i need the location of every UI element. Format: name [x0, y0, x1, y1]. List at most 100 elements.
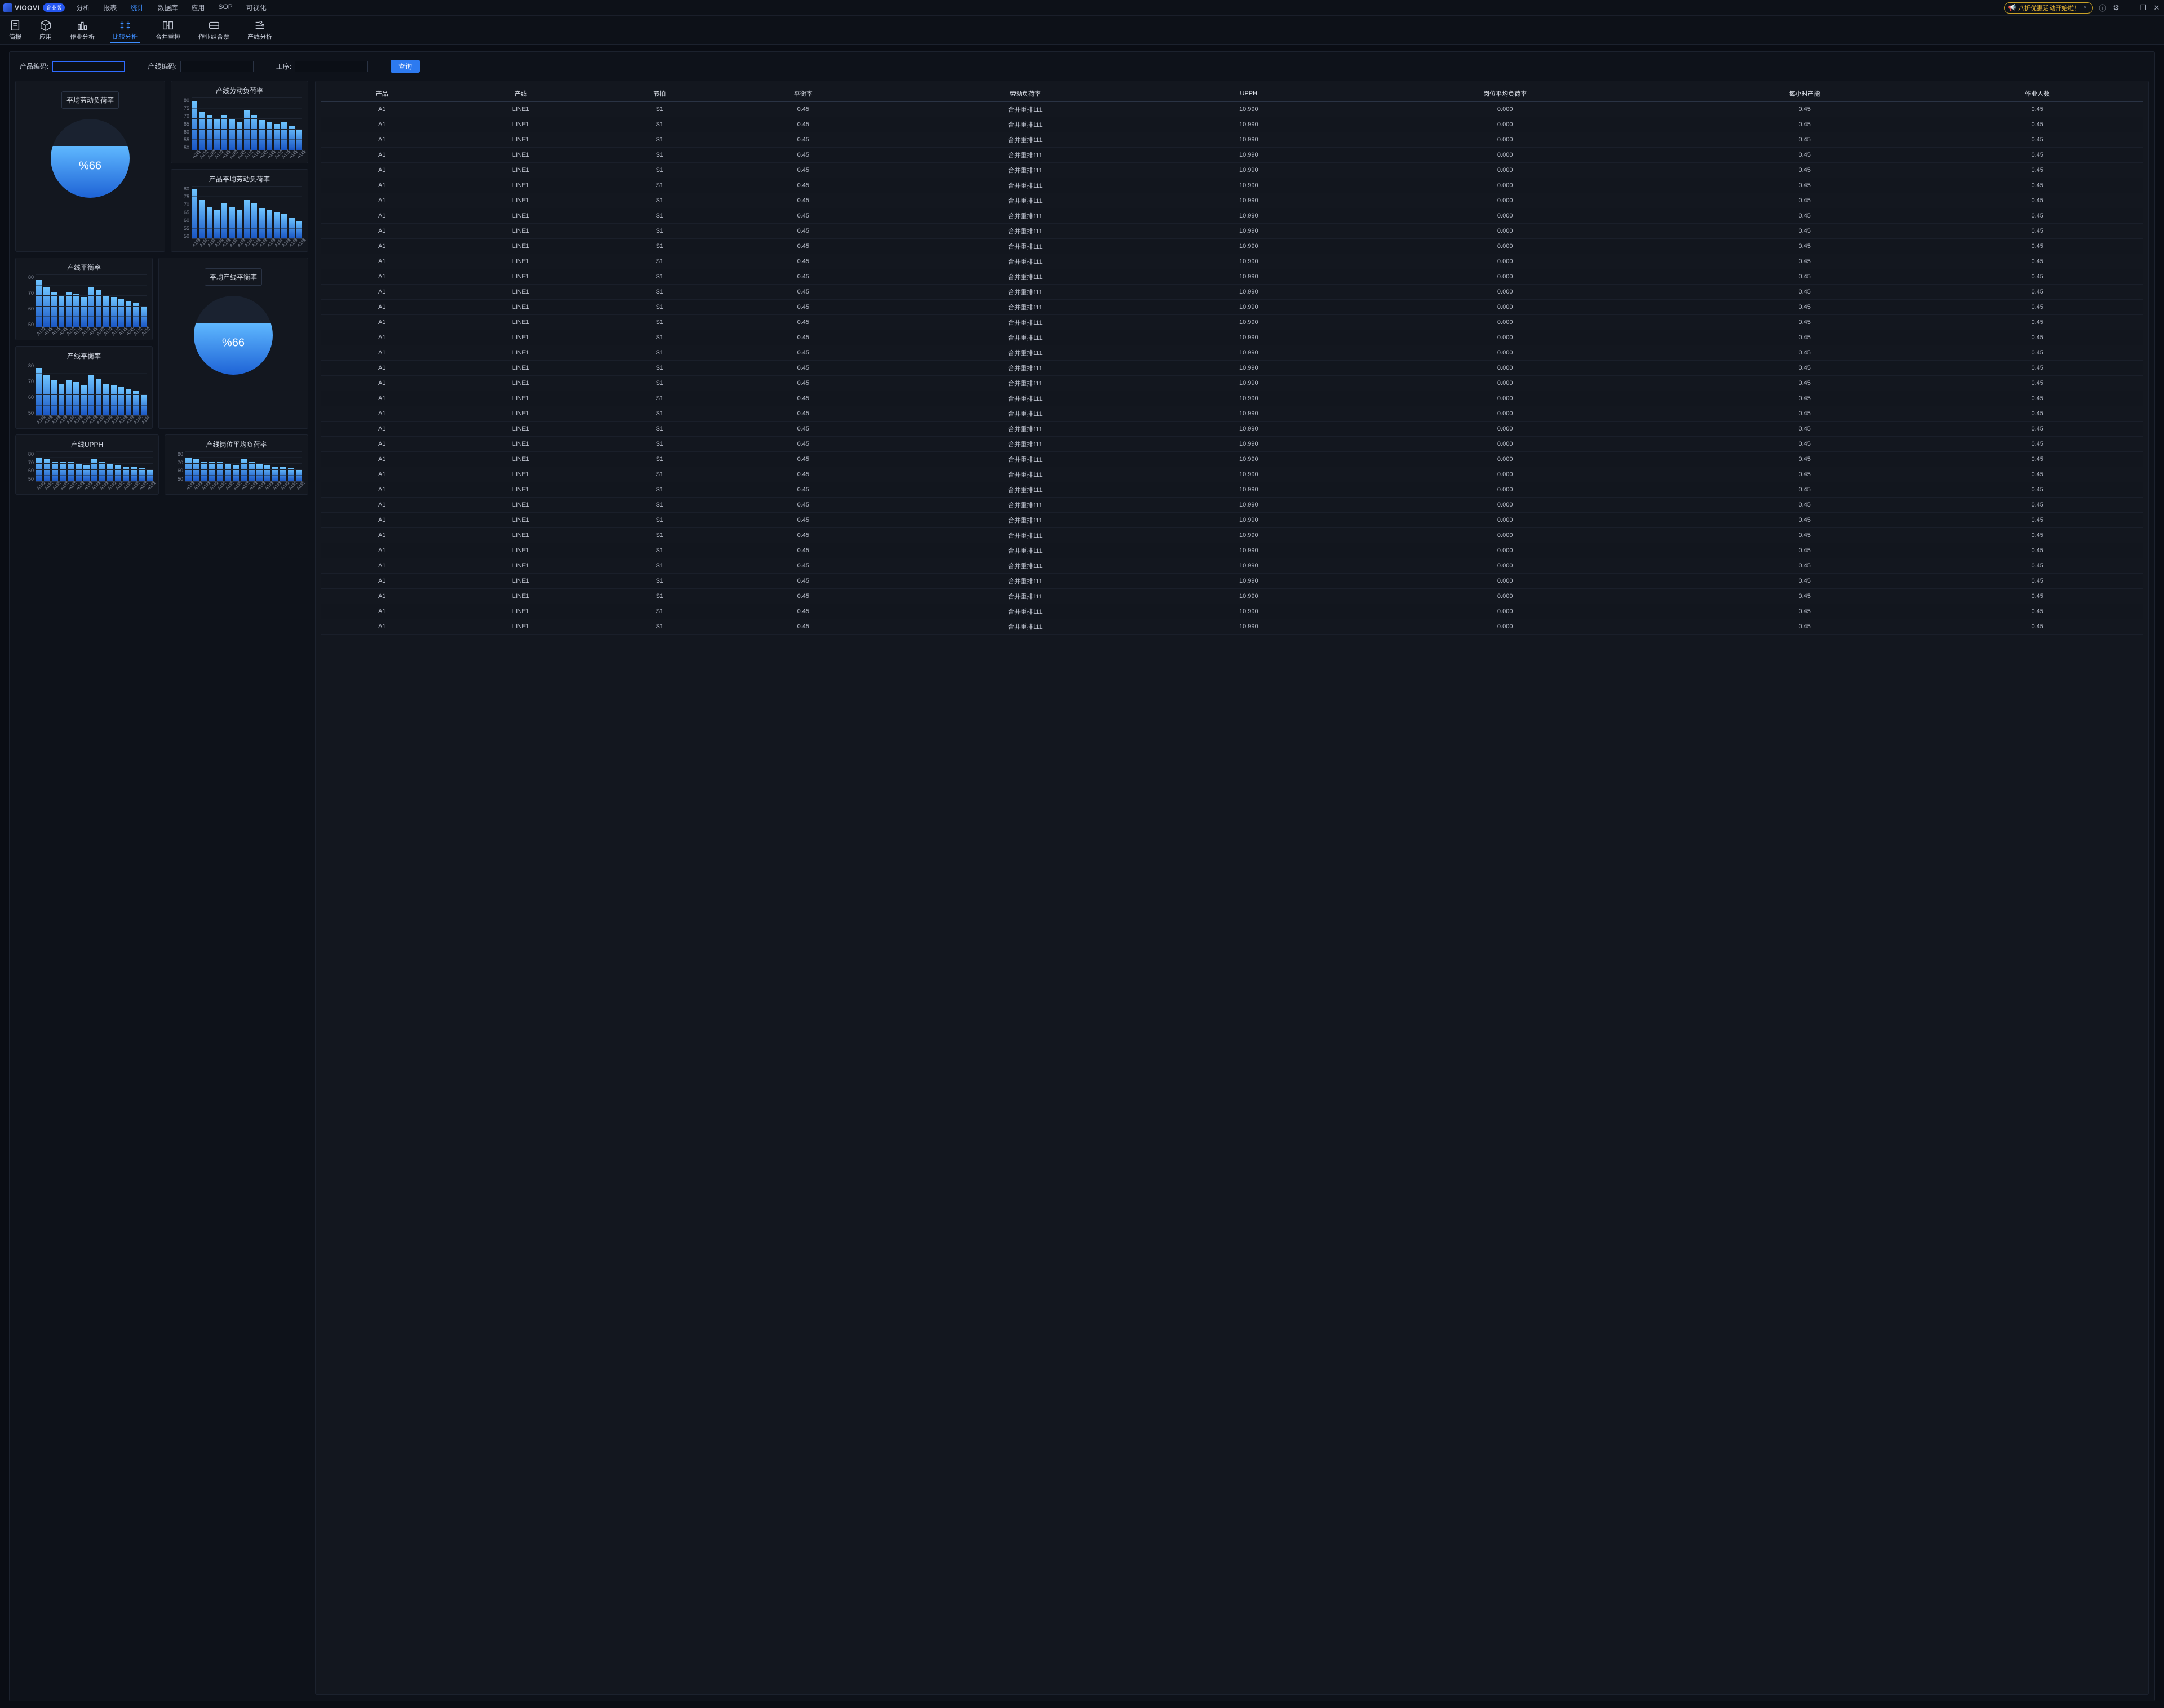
bar: [99, 462, 105, 481]
table-row[interactable]: A1LINE1S10.45合并重排11110.9900.0000.450.45: [321, 117, 2143, 132]
table-row[interactable]: A1LINE1S10.45合并重排11110.9900.0000.450.45: [321, 208, 2143, 224]
bar: [272, 467, 278, 482]
table-row[interactable]: A1LINE1S10.45合并重排11110.9900.0000.450.45: [321, 528, 2143, 543]
bar: [256, 464, 263, 481]
window-restore-icon[interactable]: ❐: [2139, 4, 2147, 12]
table-header: 产线: [442, 86, 598, 102]
table-row[interactable]: A1LINE1S10.45合并重排11110.9900.0000.450.45: [321, 604, 2143, 619]
table-row[interactable]: A1LINE1S10.45合并重排11110.9900.0000.450.45: [321, 163, 2143, 178]
table-row[interactable]: A1LINE1S10.45合并重排11110.9900.0000.450.45: [321, 224, 2143, 239]
table-row[interactable]: A1LINE1S10.45合并重排11110.9900.0000.450.45: [321, 422, 2143, 437]
topmenu-item-4[interactable]: 应用: [184, 0, 211, 16]
flow-icon: [254, 19, 266, 32]
table-row[interactable]: A1LINE1S10.45合并重排11110.9900.0000.450.45: [321, 148, 2143, 163]
bar: [281, 122, 287, 150]
bar: [233, 465, 239, 481]
table-row[interactable]: A1LINE1S10.45合并重排11110.9900.0000.450.45: [321, 543, 2143, 558]
topmenu-item-2[interactable]: 统计: [123, 0, 150, 16]
bar: [185, 458, 192, 481]
bar: [44, 459, 50, 481]
table-row[interactable]: A1LINE1S10.45合并重排11110.9900.0000.450.45: [321, 619, 2143, 635]
compare-icon: [119, 19, 131, 32]
table-row[interactable]: A1LINE1S10.45合并重排11110.9900.0000.450.45: [321, 437, 2143, 452]
window-close-icon[interactable]: ✕: [2153, 4, 2161, 12]
table-row[interactable]: A1LINE1S10.45合并重排11110.9900.0000.450.45: [321, 589, 2143, 604]
table-row[interactable]: A1LINE1S10.45合并重排11110.9900.0000.450.45: [321, 269, 2143, 285]
bar: [217, 462, 223, 481]
table-row[interactable]: A1LINE1S10.45合并重排11110.9900.0000.450.45: [321, 558, 2143, 574]
gauge-avg-line-balance: 平均产线平衡率 %66: [158, 258, 308, 429]
product-code-input[interactable]: [52, 61, 125, 72]
megaphone-icon: 📢: [2008, 4, 2016, 11]
bar: [103, 384, 109, 415]
bar: [281, 214, 287, 238]
table-row[interactable]: A1LINE1S10.45合并重排11110.9900.0000.450.45: [321, 406, 2143, 422]
main-panel: 产品编码: 产线编码: 工序: 查询 平均劳动负荷率: [9, 51, 2155, 1701]
process-input[interactable]: [295, 61, 368, 72]
topmenu-item-5[interactable]: SOP: [211, 0, 239, 16]
table-row[interactable]: A1LINE1S10.45合并重排11110.9900.0000.450.45: [321, 193, 2143, 208]
table-row[interactable]: A1LINE1S10.45合并重排11110.9900.0000.450.45: [321, 452, 2143, 467]
bar: [193, 459, 199, 481]
toolbar-item-合并重排[interactable]: 合并重排: [153, 18, 183, 43]
bar: [115, 465, 121, 481]
bar: [280, 467, 286, 481]
topmenu-item-3[interactable]: 数据库: [150, 0, 184, 16]
table-row[interactable]: A1LINE1S10.45合并重排11110.9900.0000.450.45: [321, 254, 2143, 269]
gauge-avg-labor: 平均劳动负荷率 %66: [15, 81, 165, 252]
app-name: VIOOVI: [15, 4, 39, 12]
table-row[interactable]: A1LINE1S10.45合并重排11110.9900.0000.450.45: [321, 574, 2143, 589]
topmenu-item-0[interactable]: 分析: [69, 0, 96, 16]
toolbar-item-简报[interactable]: 简报: [7, 18, 24, 43]
table-row[interactable]: A1LINE1S10.45合并重排11110.9900.0000.450.45: [321, 300, 2143, 315]
table-row[interactable]: A1LINE1S10.45合并重排11110.9900.0000.450.45: [321, 178, 2143, 193]
table-row[interactable]: A1LINE1S10.45合并重排11110.9900.0000.450.45: [321, 330, 2143, 345]
table-row[interactable]: A1LINE1S10.45合并重排11110.9900.0000.450.45: [321, 498, 2143, 513]
bar: [111, 385, 117, 415]
table-row[interactable]: A1LINE1S10.45合并重排11110.9900.0000.450.45: [321, 376, 2143, 391]
bar: [274, 124, 280, 150]
dashboard-right: 产品产线节拍平衡率劳动负荷率UPPH岗位平均负荷率每小时产能作业人数 A1LIN…: [315, 81, 2149, 1695]
bar: [126, 389, 131, 416]
window-minimize-icon[interactable]: —: [2126, 4, 2134, 12]
table-row[interactable]: A1LINE1S10.45合并重排11110.9900.0000.450.45: [321, 482, 2143, 498]
toolbar-item-比较分析[interactable]: 比较分析: [110, 18, 140, 43]
topmenu-item-6[interactable]: 可视化: [240, 0, 273, 16]
table-row[interactable]: A1LINE1S10.45合并重排11110.9900.0000.450.45: [321, 391, 2143, 406]
bar: [73, 294, 79, 327]
toolbar-item-作业分析[interactable]: 作业分析: [68, 18, 97, 43]
bar: [51, 292, 57, 327]
table-row[interactable]: A1LINE1S10.45合并重排11110.9900.0000.450.45: [321, 467, 2143, 482]
table-row[interactable]: A1LINE1S10.45合并重排11110.9900.0000.450.45: [321, 239, 2143, 254]
chart-title: 产线UPPH: [21, 440, 153, 449]
table-row[interactable]: A1LINE1S10.45合并重排11110.9900.0000.450.45: [321, 102, 2143, 117]
bar: [133, 303, 139, 327]
bar: [36, 458, 42, 481]
bar: [111, 297, 117, 327]
bar: [51, 380, 57, 415]
chart-title: 产线平衡率: [21, 351, 147, 361]
merge-icon: [162, 19, 174, 32]
table-row[interactable]: A1LINE1S10.45合并重排11110.9900.0000.450.45: [321, 513, 2143, 528]
bars-icon: [76, 19, 88, 32]
bar: [241, 459, 247, 481]
info-icon[interactable]: ⓘ: [2099, 4, 2107, 12]
toolbar-item-应用[interactable]: 应用: [37, 18, 54, 43]
gear-icon[interactable]: ⚙: [2112, 4, 2120, 12]
table-row[interactable]: A1LINE1S10.45合并重排11110.9900.0000.450.45: [321, 345, 2143, 361]
table-row[interactable]: A1LINE1S10.45合并重排11110.9900.0000.450.45: [321, 285, 2143, 300]
table-row[interactable]: A1LINE1S10.45合并重排11110.9900.0000.450.45: [321, 361, 2143, 376]
promo-banner[interactable]: 📢 八折优惠活动开始啦！ ×: [2004, 2, 2093, 14]
dashboard-left: 平均劳动负荷率 %66 产线劳动负荷率80757065605550A1线A1线A…: [15, 81, 308, 1695]
search-button[interactable]: 查询: [391, 60, 420, 73]
table-row[interactable]: A1LINE1S10.45合并重排11110.9900.0000.450.45: [321, 315, 2143, 330]
topmenu-item-1[interactable]: 报表: [96, 0, 123, 16]
bar: [36, 368, 42, 415]
toolbar-item-作业组合票[interactable]: 作业组合票: [196, 18, 232, 43]
bar: [96, 379, 101, 415]
table-row[interactable]: A1LINE1S10.45合并重排11110.9900.0000.450.45: [321, 132, 2143, 148]
line-code-input[interactable]: [180, 61, 254, 72]
bar: [88, 287, 94, 327]
toolbar-item-产线分析[interactable]: 产线分析: [245, 18, 274, 43]
promo-close-icon[interactable]: ×: [2083, 5, 2087, 11]
